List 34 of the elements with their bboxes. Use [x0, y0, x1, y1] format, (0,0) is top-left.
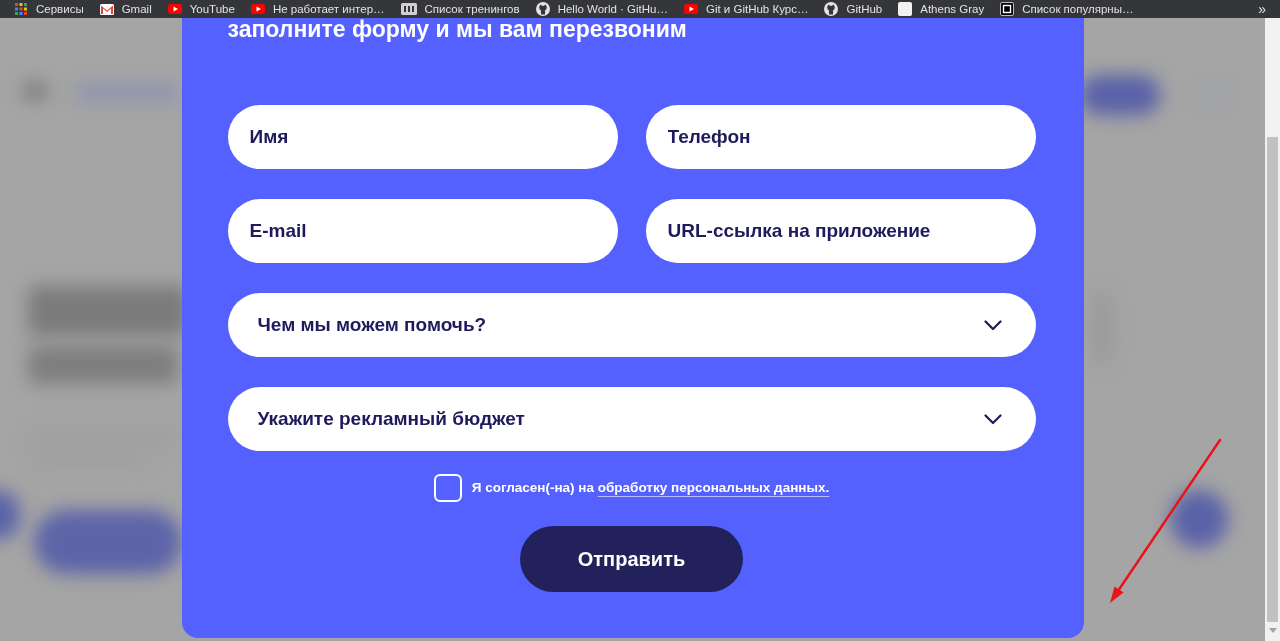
- bookmark-link[interactable]: Git и GitHub Курс…: [683, 1, 809, 17]
- bookmark-link[interactable]: Сервисы: [14, 1, 84, 17]
- input-field[interactable]: Имя: [227, 105, 618, 169]
- dropdown[interactable]: Чем мы можем помочь?: [227, 293, 1036, 357]
- input-field[interactable]: Телефон: [645, 105, 1036, 169]
- bookmark-link[interactable]: Gmail: [99, 1, 152, 17]
- grid-icon: [14, 2, 28, 16]
- mail-icon: [99, 3, 114, 15]
- bookmark-link[interactable]: YouTube: [167, 1, 235, 17]
- consent-text: Я согласен(-на) на обработку персональных данных.: [471, 478, 830, 497]
- tile-icon: [1000, 2, 1015, 16]
- page-icon: [898, 2, 913, 16]
- bookmark-link[interactable]: Athens Gray: [898, 1, 985, 17]
- play-icon: [683, 4, 698, 14]
- thumbnail-icon: [400, 3, 417, 15]
- consent-checkbox[interactable]: [433, 474, 462, 502]
- input-field[interactable]: E-mail: [227, 199, 618, 263]
- overflow-button[interactable]: »: [1258, 1, 1266, 17]
- scroll-down-icon[interactable]: [1268, 628, 1277, 633]
- bookmark-link[interactable]: Список тренингов: [400, 1, 520, 17]
- privacy-link[interactable]: обработку персональных данных.: [597, 479, 830, 495]
- bookmark-link[interactable]: Hello World · GitHu…: [535, 1, 668, 17]
- input-field[interactable]: URL-ссылка на приложение: [645, 199, 1036, 263]
- form-heading: заполните форму и мы вам перезвоним: [227, 18, 688, 42]
- scrollbar-thumb[interactable]: [1267, 137, 1278, 622]
- submit-button[interactable]: Отправить: [520, 526, 743, 592]
- chevron-down-icon: [983, 413, 1002, 425]
- chevron-down-icon: [983, 319, 1002, 331]
- play-icon: [250, 4, 265, 14]
- play-icon: [167, 4, 182, 14]
- dropdown[interactable]: Укажите рекламный бюджет: [227, 387, 1036, 451]
- bookmark-link[interactable]: Список популярны…: [1000, 1, 1134, 17]
- bookmark-link[interactable]: GitHub: [824, 1, 883, 17]
- bookmark-link[interactable]: Не работает интер…: [250, 1, 385, 17]
